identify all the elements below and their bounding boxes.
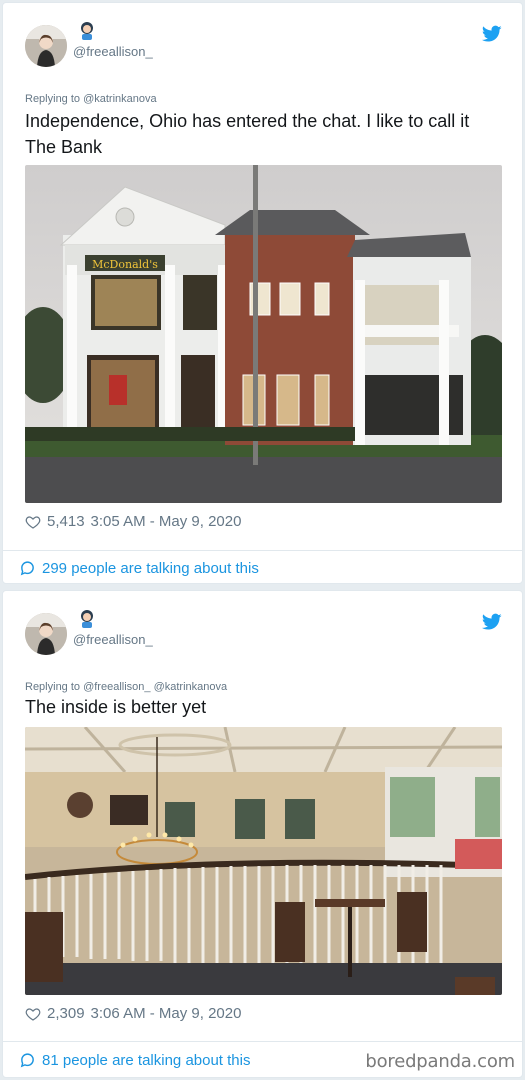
tweet-text: The inside is better yet bbox=[25, 697, 207, 717]
emoji-icon bbox=[81, 610, 93, 628]
twitter-bird-icon[interactable] bbox=[482, 25, 502, 43]
like-count[interactable]: 2,309 bbox=[47, 1005, 85, 1022]
mcdonalds-sign: McDonald's bbox=[92, 258, 158, 271]
tweet-text: Independence, Ohio has entered the chat.… bbox=[25, 111, 470, 157]
talking-text[interactable]: 299 people are talking about this bbox=[42, 560, 259, 577]
divider bbox=[3, 550, 522, 551]
talking-text[interactable]: 81 people are talking about this bbox=[42, 1052, 250, 1069]
tweet-image-interior[interactable] bbox=[25, 727, 502, 995]
speech-bubble-icon bbox=[20, 561, 34, 576]
watermark: boredpanda.com bbox=[365, 1051, 515, 1072]
avatar[interactable] bbox=[25, 25, 67, 67]
talking-link[interactable]: 81 people are talking about this bbox=[19, 1052, 250, 1069]
divider bbox=[3, 1041, 522, 1042]
tweet-card: @freeallison_ Replying to @freeallison_ … bbox=[2, 590, 523, 1078]
talking-link[interactable]: 299 people are talking about this bbox=[19, 560, 259, 577]
heart-icon[interactable] bbox=[25, 514, 41, 530]
tweet-handle[interactable]: @freeallison_ bbox=[73, 44, 153, 59]
timestamp[interactable]: 3:06 AM - May 9, 2020 bbox=[91, 1005, 242, 1022]
replying-to[interactable]: Replying to @katrinkanova bbox=[25, 93, 157, 105]
replying-to[interactable]: Replying to @freeallison_ @katrinkanova bbox=[25, 681, 227, 693]
tweet-meta: 5,413 3:05 AM - May 9, 2020 bbox=[25, 513, 241, 530]
emoji-icon bbox=[81, 22, 93, 40]
speech-bubble-icon bbox=[20, 1053, 34, 1068]
heart-icon[interactable] bbox=[25, 1006, 41, 1022]
timestamp[interactable]: 3:05 AM - May 9, 2020 bbox=[91, 513, 242, 530]
tweet-image-building[interactable]: McDonald's bbox=[25, 165, 502, 503]
tweet-card: @freeallison_ Replying to @katrinkanova … bbox=[2, 2, 523, 584]
like-count[interactable]: 5,413 bbox=[47, 513, 85, 530]
tweet-handle[interactable]: @freeallison_ bbox=[73, 632, 153, 647]
tweet-meta: 2,309 3:06 AM - May 9, 2020 bbox=[25, 1005, 241, 1022]
twitter-bird-icon[interactable] bbox=[482, 613, 502, 631]
avatar[interactable] bbox=[25, 613, 67, 655]
